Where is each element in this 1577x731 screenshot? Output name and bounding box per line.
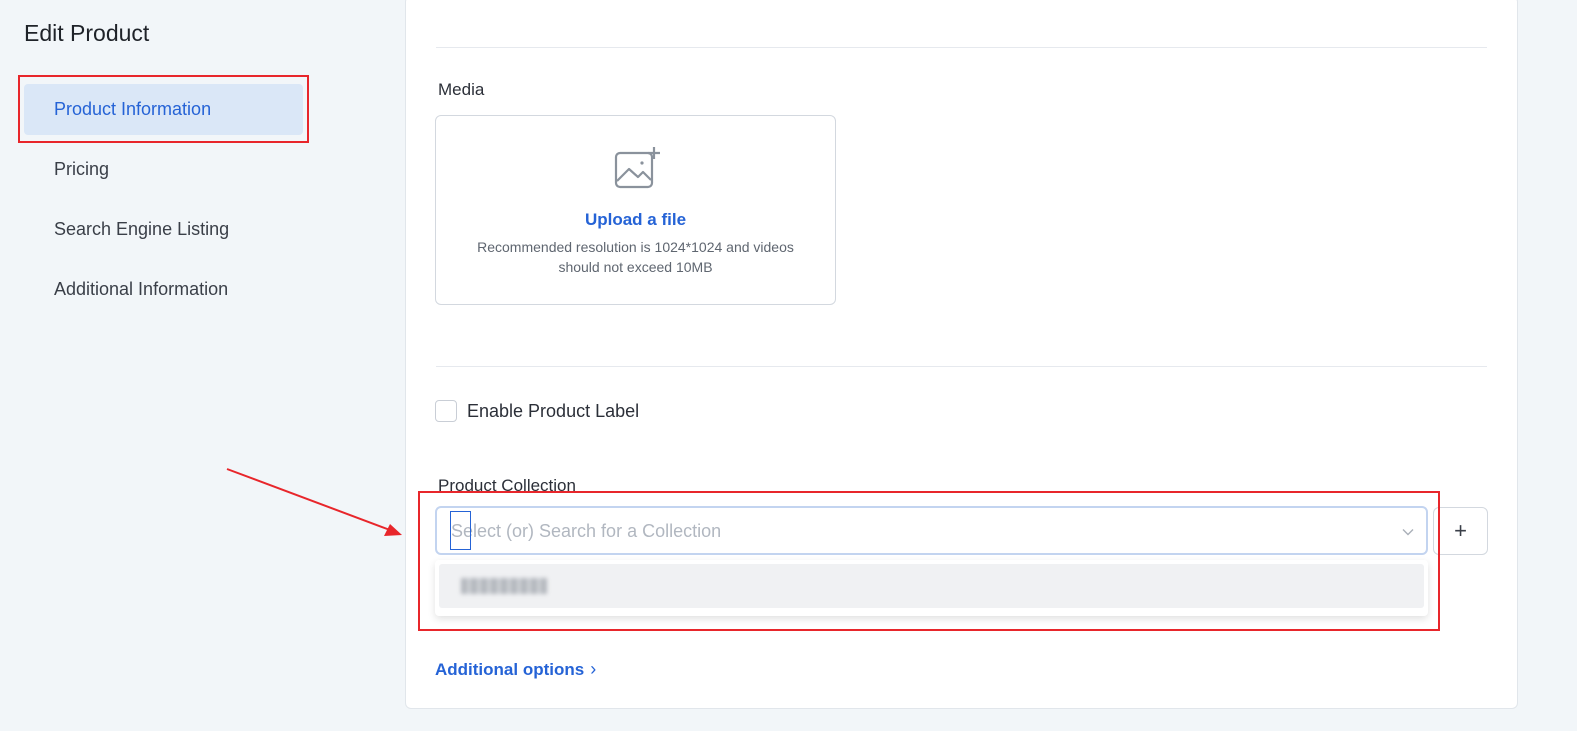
collection-option[interactable] xyxy=(439,564,1424,608)
collection-select[interactable]: Select (or) Search for a Collection xyxy=(435,506,1428,555)
enable-product-label-checkbox[interactable] xyxy=(435,400,457,422)
sidebar-item-additional-information[interactable]: Additional Information xyxy=(24,264,303,315)
sidebar-item-pricing[interactable]: Pricing xyxy=(24,144,303,195)
enable-product-label-text: Enable Product Label xyxy=(467,400,640,421)
chevron-down-icon[interactable] xyxy=(1400,524,1416,540)
divider xyxy=(436,366,1487,367)
sidebar-item-product-information[interactable]: Product Information xyxy=(24,84,303,135)
image-add-icon xyxy=(614,147,660,189)
collection-select-placeholder: Select (or) Search for a Collection xyxy=(451,521,722,541)
sidebar: Product Information Pricing Search Engin… xyxy=(24,84,303,324)
media-label: Media xyxy=(438,80,485,99)
media-upload-dropzone[interactable]: Upload a file Recommended resolution is … xyxy=(435,115,836,305)
add-collection-button[interactable]: + xyxy=(1433,507,1488,555)
additional-options-link[interactable]: Additional options › xyxy=(435,659,596,680)
text-caret xyxy=(450,511,471,550)
collection-dropdown xyxy=(435,560,1428,616)
upload-file-link[interactable]: Upload a file xyxy=(436,210,835,230)
enable-product-label-row[interactable]: Enable Product Label xyxy=(435,400,639,422)
additional-options-label: Additional options xyxy=(435,659,585,679)
page-title: Edit Product xyxy=(24,20,150,46)
annotation-arrow-icon xyxy=(226,468,402,536)
sidebar-item-search-engine-listing[interactable]: Search Engine Listing xyxy=(24,204,303,255)
product-form-card: Media Upload a file Recommended resoluti… xyxy=(405,0,1518,709)
product-collection-label: Product Collection xyxy=(438,476,576,495)
divider xyxy=(436,47,1487,48)
upload-hint: Recommended resolution is 1024*1024 and … xyxy=(477,239,794,275)
chevron-right-icon: › xyxy=(590,659,597,679)
obscured-option-text xyxy=(461,578,547,594)
